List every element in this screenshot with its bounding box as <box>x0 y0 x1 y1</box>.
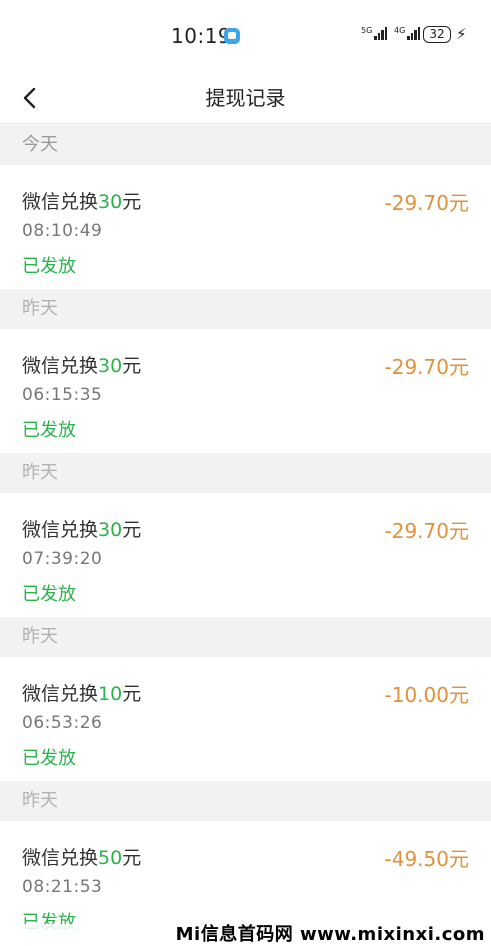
record-title-amount: 30 <box>98 355 123 377</box>
page-title: 提现记录 <box>205 86 286 110</box>
record-title: 微信兑换50元 <box>22 847 142 869</box>
record-group: 昨天 微信兑换50元 08:21:53 已发放 -49.50元 <box>0 781 491 945</box>
signal-4g-icon: 4G <box>394 26 421 40</box>
record-time: 08:21:53 <box>22 877 103 897</box>
section-header: 今天 <box>0 125 491 165</box>
battery-level: 32 <box>429 27 445 41</box>
status-time: 10:19 <box>171 24 232 48</box>
record-amount: -10.00元 <box>384 683 469 707</box>
record-title: 微信兑换10元 <box>22 683 142 705</box>
record-list: 今天 微信兑换30元 08:10:49 已发放 -29.70元 昨天 微信兑换3… <box>0 125 491 945</box>
status-badge: 已发放 <box>22 256 76 277</box>
notification-app-icon <box>224 28 240 44</box>
section-header: 昨天 <box>0 289 491 329</box>
record-amount: -29.70元 <box>384 191 469 215</box>
record-group: 今天 微信兑换30元 08:10:49 已发放 -29.70元 <box>0 125 491 289</box>
section-header: 昨天 <box>0 781 491 821</box>
record-title-amount: 10 <box>98 683 123 705</box>
record-time: 08:10:49 <box>22 221 103 241</box>
record-amount: -29.70元 <box>384 519 469 543</box>
status-badge: 已发放 <box>22 748 76 769</box>
record-group: 昨天 微信兑换30元 06:15:35 已发放 -29.70元 <box>0 289 491 453</box>
record-title: 微信兑换30元 <box>22 191 142 213</box>
list-item[interactable]: 微信兑换30元 06:15:35 已发放 -29.70元 <box>0 329 491 453</box>
list-item[interactable]: 微信兑换30元 08:10:49 已发放 -29.70元 <box>0 165 491 289</box>
record-group: 昨天 微信兑换30元 07:39:20 已发放 -29.70元 <box>0 453 491 617</box>
network-label-4g: 4G <box>394 26 406 35</box>
record-group: 昨天 微信兑换10元 06:53:26 已发放 -10.00元 <box>0 617 491 781</box>
status-badge: 已发放 <box>22 420 76 441</box>
record-time: 06:15:35 <box>22 385 103 405</box>
record-title-amount: 30 <box>98 191 123 213</box>
record-title-amount: 30 <box>98 519 123 541</box>
section-header: 昨天 <box>0 617 491 657</box>
battery-icon: 32 <box>423 26 451 43</box>
record-title-amount: 50 <box>98 847 123 869</box>
record-time: 06:53:26 <box>22 713 103 733</box>
list-item[interactable]: 微信兑换30元 07:39:20 已发放 -29.70元 <box>0 493 491 617</box>
signal-5g-icon: 5G <box>361 26 388 40</box>
section-header: 昨天 <box>0 453 491 493</box>
status-badge: 已发放 <box>22 584 76 605</box>
network-label-5g: 5G <box>361 26 373 35</box>
nav-bar: 提现记录 <box>0 72 491 124</box>
record-amount: -29.70元 <box>384 355 469 379</box>
watermark: Mi信息首码网 www.mixinxi.com <box>0 924 491 946</box>
record-title: 微信兑换30元 <box>22 355 142 377</box>
record-time: 07:39:20 <box>22 549 103 569</box>
charging-icon: ⚡ <box>456 25 467 43</box>
list-item[interactable]: 微信兑换10元 06:53:26 已发放 -10.00元 <box>0 657 491 781</box>
status-bar: 10:19 5G 4G 32 ⚡ <box>0 0 491 72</box>
record-amount: -49.50元 <box>384 847 469 871</box>
record-title: 微信兑换30元 <box>22 519 142 541</box>
